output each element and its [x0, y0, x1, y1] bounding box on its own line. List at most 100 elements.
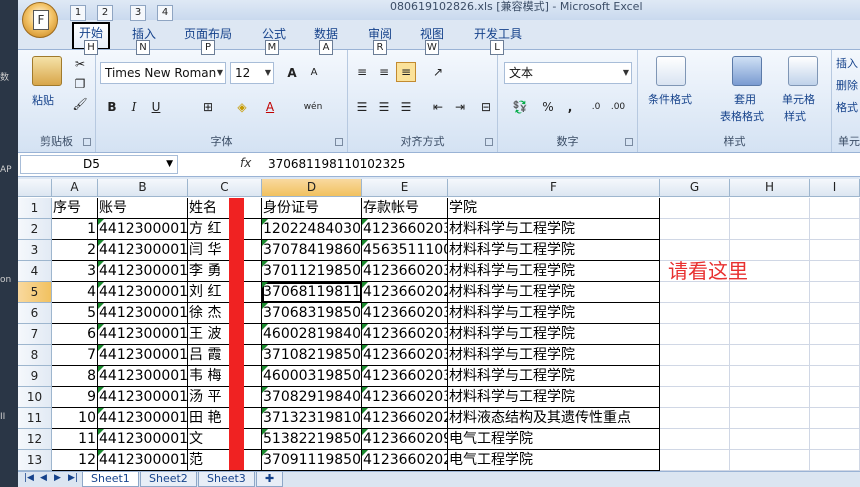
grid-cell[interactable]: 1: [52, 219, 98, 240]
insert-function-button[interactable]: fx: [240, 156, 251, 170]
row-header[interactable]: 12: [18, 429, 52, 450]
column-header[interactable]: F: [448, 179, 660, 197]
percent-button[interactable]: %: [538, 97, 558, 117]
grid-cell[interactable]: 8: [52, 366, 98, 387]
grid-cell[interactable]: 5: [52, 303, 98, 324]
grid-cell[interactable]: [730, 387, 810, 408]
grid-cell[interactable]: 吕 霞: [188, 345, 262, 366]
column-header[interactable]: G: [660, 179, 730, 197]
grow-font-button[interactable]: A: [282, 63, 302, 83]
grid-cell[interactable]: 王 波: [188, 324, 262, 345]
grid-cell[interactable]: 姓名: [188, 198, 262, 219]
grid-cell[interactable]: 44123000010: [98, 450, 188, 471]
currency-icon[interactable]: 💱: [506, 97, 534, 117]
column-header[interactable]: E: [362, 179, 448, 197]
decrease-indent-icon[interactable]: ⇤: [428, 97, 448, 117]
grid-cell[interactable]: 材料液态结构及其遗传性重点: [448, 408, 660, 429]
worksheet-grid[interactable]: A B C D E F G H I 1 序号 账号 姓名 身份证号 存款帐号 学院 2 1 44123000010 方…: [18, 179, 860, 471]
dialog-launcher-icon[interactable]: [485, 138, 493, 146]
grid-cell[interactable]: [730, 324, 810, 345]
dialog-launcher-icon[interactable]: [83, 138, 91, 146]
column-header[interactable]: A: [52, 179, 98, 197]
grid-cell[interactable]: 4123660202: [362, 450, 448, 471]
grid-cell[interactable]: 12022484030: [262, 219, 362, 240]
orientation-icon[interactable]: ↗: [428, 62, 448, 82]
grid-cell[interactable]: [810, 387, 860, 408]
grid-cell[interactable]: 材料科学与工程学院: [448, 219, 660, 240]
grid-cell[interactable]: 46000319850: [262, 366, 362, 387]
column-header[interactable]: C: [188, 179, 262, 197]
grid-cell[interactable]: 电气工程学院: [448, 429, 660, 450]
grid-cell[interactable]: 2: [52, 240, 98, 261]
grid-cell[interactable]: [810, 366, 860, 387]
grid-cell[interactable]: 37068319850: [262, 303, 362, 324]
grid-cell[interactable]: 44123000010: [98, 219, 188, 240]
grid-cell[interactable]: 电气工程学院: [448, 450, 660, 471]
grid-cell[interactable]: [660, 408, 730, 429]
row-header[interactable]: 3: [18, 240, 52, 261]
grid-cell[interactable]: [810, 303, 860, 324]
grid-cell[interactable]: 9: [52, 387, 98, 408]
grid-cell[interactable]: [730, 429, 810, 450]
column-header[interactable]: H: [730, 179, 810, 197]
grid-cell[interactable]: 37108219850: [262, 345, 362, 366]
shrink-font-button[interactable]: A: [304, 63, 324, 83]
grid-cell[interactable]: 37132319810: [262, 408, 362, 429]
table-format-button[interactable]: 表格格式: [720, 108, 764, 124]
align-middle-icon[interactable]: ≡: [374, 62, 394, 82]
grid-cell[interactable]: 材料科学与工程学院: [448, 366, 660, 387]
insert-sheet-icon[interactable]: ✚: [256, 472, 284, 487]
grid-cell[interactable]: 4123660209: [362, 429, 448, 450]
grid-cell[interactable]: 4123660203: [362, 345, 448, 366]
comma-button[interactable]: ,: [560, 97, 580, 117]
grid-cell[interactable]: [660, 282, 730, 303]
grid-cell[interactable]: [730, 366, 810, 387]
merge-cells-icon[interactable]: ⊟: [476, 97, 496, 117]
grid-cell[interactable]: 10: [52, 408, 98, 429]
row-header[interactable]: 6: [18, 303, 52, 324]
format-cells-button[interactable]: 格式: [836, 99, 858, 115]
grid-cell[interactable]: [730, 282, 810, 303]
grid-cell[interactable]: [730, 450, 810, 471]
grid-cell[interactable]: 学院: [448, 198, 660, 219]
grid-cell[interactable]: [660, 450, 730, 471]
grid-cell[interactable]: 材料科学与工程学院: [448, 324, 660, 345]
grid-cell[interactable]: 刘 红: [188, 282, 262, 303]
align-left-icon[interactable]: ☰: [352, 97, 372, 117]
decrease-decimal-icon[interactable]: .00: [608, 97, 628, 117]
row-header[interactable]: 7: [18, 324, 52, 345]
align-top-icon[interactable]: ≡: [352, 62, 372, 82]
grid-cell[interactable]: 37011219850: [262, 261, 362, 282]
grid-cell[interactable]: 材料科学与工程学院: [448, 261, 660, 282]
grid-cell[interactable]: 4563511100: [362, 240, 448, 261]
grid-cell[interactable]: [730, 198, 810, 219]
grid-cell[interactable]: [810, 324, 860, 345]
grid-cell[interactable]: 汤 平: [188, 387, 262, 408]
grid-cell[interactable]: [810, 450, 860, 471]
row-header[interactable]: 13: [18, 450, 52, 471]
name-box[interactable]: D5 ▼: [20, 155, 178, 174]
grid-cell[interactable]: 田 艳: [188, 408, 262, 429]
grid-cell[interactable]: 6: [52, 324, 98, 345]
grid-cell[interactable]: [810, 429, 860, 450]
qat-key-1[interactable]: 1: [70, 5, 86, 21]
grid-cell[interactable]: 身份证号: [262, 198, 362, 219]
grid-cell[interactable]: 范: [188, 450, 262, 471]
grid-cell[interactable]: 44123000010: [98, 261, 188, 282]
grid-cell[interactable]: 账号: [98, 198, 188, 219]
grid-cell[interactable]: 44123000010: [98, 282, 188, 303]
italic-button[interactable]: I: [124, 97, 144, 117]
office-button[interactable]: F: [22, 2, 58, 38]
grid-cell[interactable]: [730, 303, 810, 324]
row-header[interactable]: 4: [18, 261, 52, 282]
row-header[interactable]: 8: [18, 345, 52, 366]
grid-cell[interactable]: [660, 345, 730, 366]
copy-icon[interactable]: ❐: [70, 74, 90, 94]
grid-cell[interactable]: [810, 345, 860, 366]
borders-icon[interactable]: ⊞: [198, 97, 218, 117]
grid-cell[interactable]: [810, 408, 860, 429]
align-right-icon[interactable]: ☰: [396, 97, 416, 117]
fill-color-icon[interactable]: ◈: [232, 97, 252, 117]
grid-cell[interactable]: 44123000010: [98, 429, 188, 450]
row-header[interactable]: 2: [18, 219, 52, 240]
